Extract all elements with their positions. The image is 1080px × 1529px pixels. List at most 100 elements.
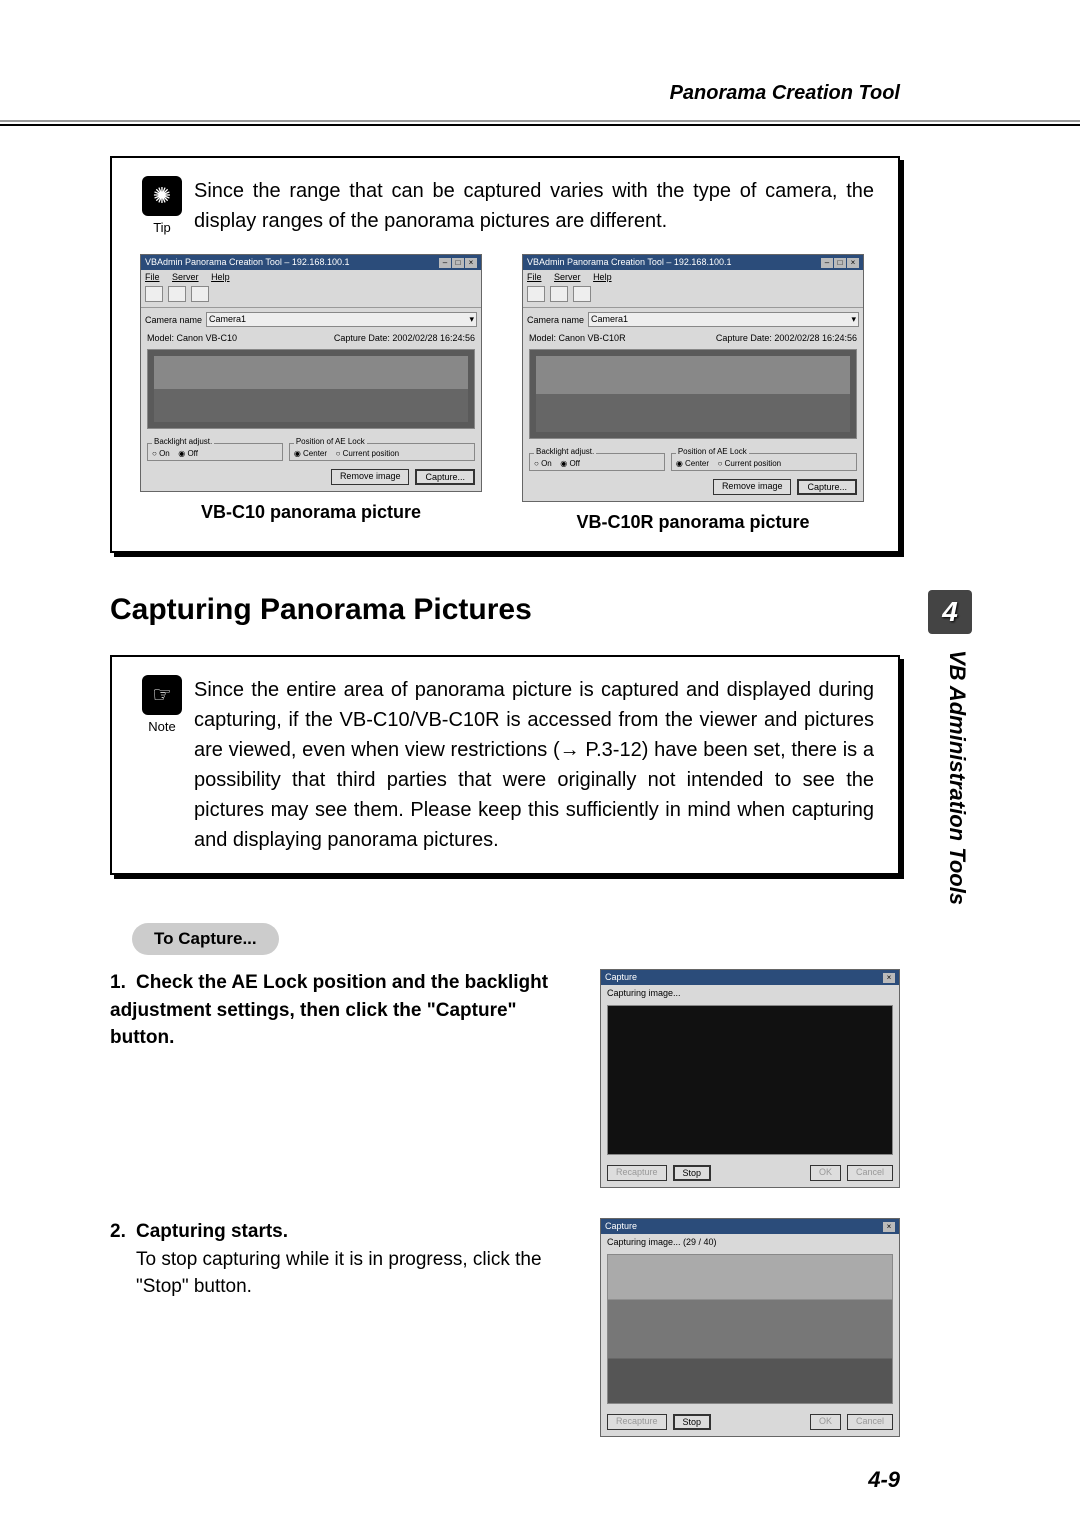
tip-callout: ✺ Tip Since the range that can be captur… <box>110 156 900 553</box>
minimize-icon[interactable]: – <box>439 258 451 268</box>
step-2: 2.Capturing starts. To stop capturing wh… <box>110 1218 900 1437</box>
capture-date-value: 2002/02/28 16:24:56 <box>774 333 857 343</box>
model-value: Canon VB-C10R <box>559 333 626 343</box>
capture-dialog: Capture × Capturing image... (29 / 40) R… <box>600 1218 900 1437</box>
aelock-current-radio[interactable]: ○ Current position <box>718 459 782 468</box>
minimize-icon[interactable]: – <box>821 258 833 268</box>
page-header: Panorama Creation Tool <box>0 0 1080 126</box>
window-controls[interactable]: –□× <box>438 257 477 268</box>
camera-select[interactable]: Camera1 ▾ <box>206 312 477 327</box>
capture-dialog: Capture × Capturing image... Recapture S… <box>600 969 900 1188</box>
window-controls[interactable]: × <box>882 972 895 983</box>
panorama-tool-window: VBAdmin Panorama Creation Tool – 192.168… <box>140 254 482 492</box>
window-controls[interactable]: –□× <box>820 257 859 268</box>
note-label: Note <box>130 719 194 734</box>
camera-select[interactable]: Camera1 ▾ <box>588 312 859 327</box>
step-lead: Capturing starts. <box>136 1221 288 1242</box>
step-text: Check the AE Lock position and the backl… <box>110 972 548 1048</box>
menu-bar[interactable]: File Server Help <box>523 270 863 284</box>
close-icon[interactable]: × <box>465 258 477 268</box>
cancel-button: Cancel <box>847 1165 893 1181</box>
ok-button: OK <box>810 1414 841 1430</box>
camera-select-value: Camera1 <box>209 314 246 325</box>
close-icon[interactable]: × <box>847 258 859 268</box>
page-number: 4-9 <box>868 1467 900 1493</box>
figure-vbc10r: VBAdmin Panorama Creation Tool – 192.168… <box>522 254 864 533</box>
backlight-group: Backlight adjust. ○ On ◉ Off <box>147 443 283 461</box>
menu-file[interactable]: File <box>145 272 160 282</box>
toolbar-button[interactable] <box>550 286 568 302</box>
capture-preview <box>607 1254 893 1404</box>
close-icon[interactable]: × <box>883 1222 895 1232</box>
toolbar-button[interactable] <box>145 286 163 302</box>
cancel-button: Cancel <box>847 1414 893 1430</box>
menu-file[interactable]: File <box>527 272 542 282</box>
capture-preview <box>607 1005 893 1155</box>
note-icon: ☞ <box>142 675 182 715</box>
header-title: Panorama Creation Tool <box>670 82 900 105</box>
menu-server[interactable]: Server <box>172 272 199 282</box>
menu-server[interactable]: Server <box>554 272 581 282</box>
model-label: Model: <box>529 333 556 343</box>
procedure-heading: To Capture... <box>132 923 279 955</box>
panorama-preview <box>147 349 475 429</box>
note-text: Since the entire area of panorama pictur… <box>194 675 874 855</box>
tip-text: Since the range that can be captured var… <box>194 176 874 236</box>
window-controls[interactable]: × <box>882 1221 895 1232</box>
camera-name-label: Camera name <box>527 315 584 325</box>
backlight-on-radio[interactable]: ○ On <box>152 449 170 458</box>
section-heading: Capturing Panorama Pictures <box>110 593 900 627</box>
step-number: 1. <box>110 969 136 997</box>
ok-button: OK <box>810 1165 841 1181</box>
step-1: 1.Check the AE Lock position and the bac… <box>110 969 900 1188</box>
recapture-button: Recapture <box>607 1414 667 1430</box>
toolbar-button[interactable] <box>191 286 209 302</box>
aelock-center-radio[interactable]: ◉ Center <box>676 459 709 468</box>
aelock-current-radio[interactable]: ○ Current position <box>336 449 400 458</box>
capture-date-value: 2002/02/28 16:24:56 <box>392 333 475 343</box>
note-callout: ☞ Note Since the entire area of panorama… <box>110 655 900 875</box>
stop-button[interactable]: Stop <box>673 1165 712 1181</box>
step-number: 2. <box>110 1218 136 1246</box>
panorama-preview <box>529 349 857 439</box>
backlight-off-radio[interactable]: ◉ Off <box>560 459 580 468</box>
chevron-down-icon: ▾ <box>851 314 856 325</box>
close-icon[interactable]: × <box>883 973 895 983</box>
capture-date-label: Capture Date: <box>334 333 390 343</box>
tip-label: Tip <box>130 220 194 235</box>
capture-button[interactable]: Capture... <box>797 479 857 495</box>
stop-button[interactable]: Stop <box>673 1414 712 1430</box>
menu-help[interactable]: Help <box>593 272 612 282</box>
tip-icon: ✺ <box>142 176 182 216</box>
model-label: Model: <box>147 333 174 343</box>
remove-image-button[interactable]: Remove image <box>713 479 792 495</box>
menu-bar[interactable]: File Server Help <box>141 270 481 284</box>
backlight-off-radio[interactable]: ◉ Off <box>178 449 198 458</box>
toolbar-button[interactable] <box>527 286 545 302</box>
toolbar-button[interactable] <box>168 286 186 302</box>
aelock-center-radio[interactable]: ◉ Center <box>294 449 327 458</box>
aelock-group: Position of AE Lock ◉ Center ○ Current p… <box>671 453 857 471</box>
chevron-down-icon: ▾ <box>469 314 474 325</box>
figure-caption: VB-C10 panorama picture <box>140 502 482 523</box>
recapture-button: Recapture <box>607 1165 667 1181</box>
maximize-icon[interactable]: □ <box>834 258 846 268</box>
panorama-tool-window: VBAdmin Panorama Creation Tool – 192.168… <box>522 254 864 502</box>
toolbar <box>523 284 863 308</box>
capture-button[interactable]: Capture... <box>415 469 475 485</box>
group-label: Position of AE Lock <box>676 447 749 456</box>
toolbar-button[interactable] <box>573 286 591 302</box>
remove-image-button[interactable]: Remove image <box>331 469 410 485</box>
group-label: Position of AE Lock <box>294 437 367 446</box>
header-rule <box>0 120 1080 126</box>
backlight-on-radio[interactable]: ○ On <box>534 459 552 468</box>
capture-status: Capturing image... (29 / 40) <box>601 1234 899 1250</box>
capture-date-label: Capture Date: <box>716 333 772 343</box>
dialog-title: Capture <box>605 972 637 983</box>
figure-caption: VB-C10R panorama picture <box>522 512 864 533</box>
window-title: VBAdmin Panorama Creation Tool – 192.168… <box>145 257 349 268</box>
maximize-icon[interactable]: □ <box>452 258 464 268</box>
chapter-label: VB Administration Tools <box>944 650 970 905</box>
menu-help[interactable]: Help <box>211 272 230 282</box>
window-title: VBAdmin Panorama Creation Tool – 192.168… <box>527 257 731 268</box>
